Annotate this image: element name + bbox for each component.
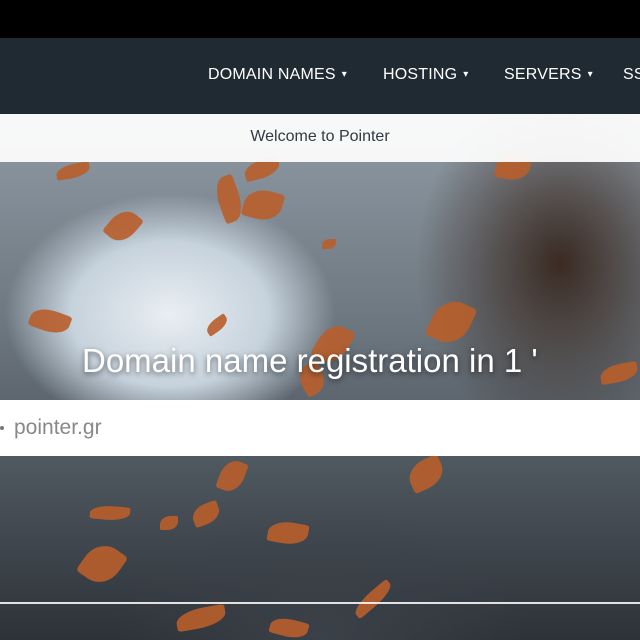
domain-search-input[interactable] [14,412,614,444]
leaf-decoration [403,453,449,495]
divider [0,602,640,604]
leaf-decoration [189,499,223,529]
top-black-bar [0,0,640,38]
chevron-down-icon: ▾ [463,69,469,80]
nav-domain-names[interactable]: DOMAIN NAMES ▾ [208,66,347,84]
leaf-decoration [203,313,231,337]
nav-domain-names-label: DOMAIN NAMES [208,66,336,83]
leaf-decoration [102,204,144,248]
leaf-decoration [350,578,396,620]
leaf-decoration [268,614,310,640]
nav-servers-label: SERVERS [504,66,582,83]
welcome-bar: Welcome to Pointer [0,114,640,162]
nav-hosting[interactable]: HOSTING ▾ [383,66,469,84]
chevron-down-icon: ▾ [341,69,347,80]
main-navbar: DOMAIN NAMES ▾ HOSTING ▾ SERVERS ▾ SS [0,38,640,114]
chevron-down-icon: ▾ [587,69,593,80]
hero-headline: Domain name registration in 1 ' [82,342,538,379]
leaf-decoration [240,185,286,225]
leaf-decoration [598,360,640,386]
leaf-decoration [322,239,336,249]
search-icon [0,426,4,430]
leaf-decoration [75,537,129,591]
leaf-decoration [215,456,249,496]
nav-ssl-label: SS [623,66,640,83]
leaf-decoration [160,516,178,530]
leaf-decoration [266,518,310,548]
nav-servers[interactable]: SERVERS ▾ [504,66,593,84]
leaf-decoration [210,173,248,225]
nav-hosting-label: HOSTING [383,66,458,83]
domain-search-box [0,400,640,456]
leaf-decoration [55,161,91,181]
welcome-text: Welcome to Pointer [250,128,390,145]
leaf-decoration [89,504,131,522]
nav-ssl[interactable]: SS [623,66,640,84]
leaf-decoration [27,303,73,339]
leaf-decoration [174,603,228,633]
